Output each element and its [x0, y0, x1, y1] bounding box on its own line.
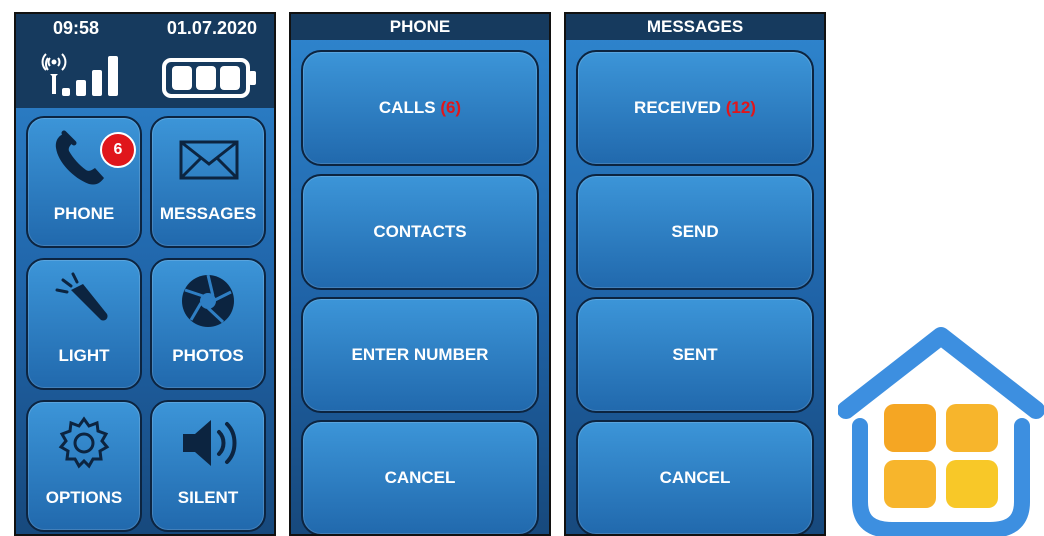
send-button[interactable]: SEND: [576, 174, 814, 290]
status-bar: 09:58 01.07.2020: [16, 14, 274, 108]
flashlight-icon: [28, 270, 140, 332]
tile-label-phone: PHONE: [53, 204, 115, 223]
options-tile[interactable]: OPTIONS: [26, 400, 142, 532]
contacts-button[interactable]: CONTACTS: [301, 174, 539, 290]
envelope-icon: [152, 128, 264, 190]
date: 01.07.2020: [166, 18, 257, 38]
messages-tile[interactable]: MESSAGES: [150, 116, 266, 248]
received-button[interactable]: RECEIVED (12): [576, 50, 814, 166]
phone-cancel-button[interactable]: CANCEL: [301, 420, 539, 534]
calls-button[interactable]: CALLS (6): [301, 50, 539, 166]
tile-label-messages: MESSAGES: [159, 204, 257, 223]
tile-label-silent: SILENT: [177, 488, 239, 507]
messages-menu-title: MESSAGES: [566, 14, 824, 40]
messages-cancel-button[interactable]: CANCEL: [576, 420, 814, 534]
sent-button[interactable]: SENT: [576, 297, 814, 413]
phone-menu-screen: PHONE CALLS (6) CONTACTS ENTER NUMBER CA…: [289, 12, 551, 536]
light-tile[interactable]: LIGHT: [26, 258, 142, 390]
signal-icon: [41, 53, 118, 96]
clock: 09:58: [53, 18, 100, 38]
tile-label-photos: PHOTOS: [172, 346, 244, 365]
silent-tile[interactable]: SILENT: [150, 400, 266, 532]
battery-icon: [162, 58, 256, 98]
speaker-icon: [152, 412, 264, 474]
home-screen: 09:58 01.07.2020 6 PHONE MESSAGES LIGHT …: [14, 12, 276, 536]
gear-icon: [28, 412, 140, 474]
phone-tile[interactable]: 6 PHONE: [26, 116, 142, 248]
photos-tile[interactable]: PHOTOS: [150, 258, 266, 390]
phone-menu-title: PHONE: [291, 14, 549, 40]
camera-aperture-icon: [152, 270, 264, 332]
received-count: (12): [725, 98, 756, 117]
tile-label-options: OPTIONS: [45, 488, 123, 507]
calls-count: (6): [440, 98, 462, 117]
received-label: RECEIVED: [634, 98, 721, 117]
calls-label: CALLS: [378, 98, 436, 117]
app-logo-icon: [838, 327, 1044, 536]
messages-menu-screen: MESSAGES RECEIVED (12) SEND SENT CANCEL: [564, 12, 826, 536]
missed-calls-badge: 6: [100, 132, 136, 168]
tile-label-light: LIGHT: [58, 346, 110, 365]
enter-number-button[interactable]: ENTER NUMBER: [301, 297, 539, 413]
